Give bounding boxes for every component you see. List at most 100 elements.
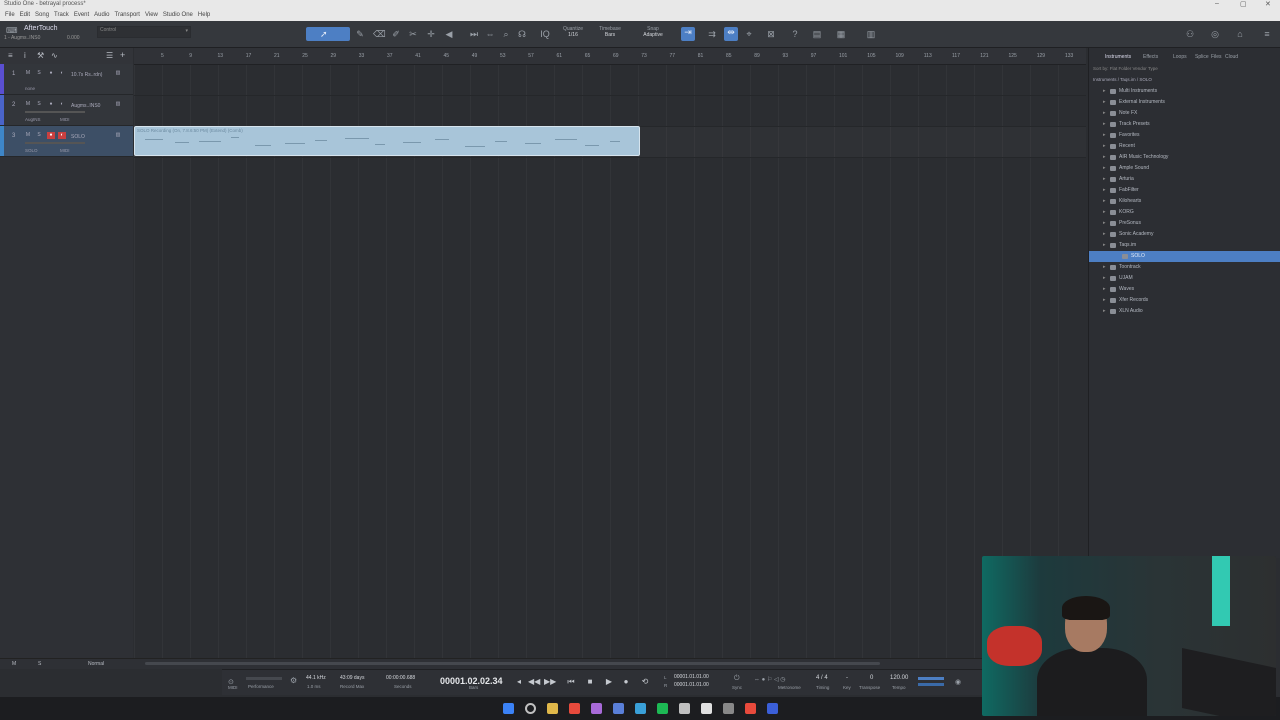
zoom-tool-icon[interactable]: ⌕ — [501, 29, 511, 39]
expand-arrow-icon[interactable]: ▸ — [1103, 165, 1106, 171]
split-tool-icon[interactable]: ✂ — [408, 29, 418, 39]
rewind-icon[interactable]: ◀◀ — [528, 677, 540, 686]
telegram-icon[interactable] — [635, 703, 646, 714]
tab-loops[interactable]: Loops — [1173, 54, 1187, 60]
browser-item[interactable]: ▸ Note FX — [1089, 108, 1280, 119]
track-list-icon[interactable]: ☰ — [106, 51, 113, 60]
browser-item[interactable]: ▸ Toontrack — [1089, 262, 1280, 273]
arrow-tool-group[interactable]: ➚ — [306, 27, 350, 41]
play-icon[interactable]: ▶ — [604, 677, 614, 686]
mode-select[interactable]: Normal — [88, 661, 104, 667]
automation-icon[interactable]: ∿ — [51, 51, 58, 60]
expand-arrow-icon[interactable]: ▸ — [1103, 286, 1106, 292]
track-name[interactable]: SOLO — [71, 134, 85, 140]
chrome-icon[interactable] — [569, 703, 580, 714]
browser-item[interactable]: ▸ Arturia — [1089, 174, 1280, 185]
midi-note[interactable] — [231, 137, 239, 138]
loop-icon[interactable]: ⟲ — [640, 677, 650, 686]
expand-arrow-icon[interactable]: ▸ — [1103, 154, 1106, 160]
mute-button[interactable]: M — [24, 132, 32, 139]
browser-item[interactable]: ▸ Sonic Academy — [1089, 229, 1280, 240]
browser-item[interactable]: ▸ Track Presets — [1089, 119, 1280, 130]
seconds-display[interactable]: 00:00:00.688 — [386, 675, 415, 681]
follow-edit-icon[interactable]: ⇹ — [724, 27, 738, 41]
solo-button[interactable]: S — [35, 101, 43, 108]
tab-files[interactable]: Files — [1211, 54, 1222, 60]
expand-arrow-icon[interactable]: ▸ — [1103, 242, 1106, 248]
browser-item[interactable]: ▸ Xfer Records — [1089, 295, 1280, 306]
record-button[interactable]: ● — [47, 70, 55, 77]
menu-view[interactable]: View — [145, 12, 158, 18]
search-icon[interactable] — [525, 703, 536, 714]
track-output[interactable]: MIDI — [60, 148, 70, 153]
mute-button[interactable]: M — [24, 101, 32, 108]
midi-note[interactable] — [145, 139, 163, 140]
midi-note[interactable] — [345, 138, 369, 139]
app-icon-3[interactable] — [679, 703, 690, 714]
help-icon[interactable]: ? — [790, 29, 800, 39]
view-options-icon[interactable]: ▥ — [866, 29, 876, 39]
menu-help[interactable]: Help — [198, 12, 210, 18]
browser-item[interactable]: SOLO — [1089, 251, 1280, 262]
volume-icon[interactable]: ◉ — [955, 678, 961, 686]
editor-icon[interactable]: ▤ — [812, 29, 822, 39]
monitor-button[interactable]: ◐ — [58, 101, 66, 108]
windows-start-icon[interactable] — [503, 703, 514, 714]
expand-arrow-icon[interactable]: ▸ — [1103, 231, 1106, 237]
record-button[interactable]: ● — [47, 101, 55, 108]
studio-one-icon[interactable] — [767, 703, 778, 714]
menu-transport[interactable]: Transport — [115, 12, 140, 18]
quantize-control[interactable]: Quantize 1/16 — [557, 26, 589, 38]
loop-start[interactable]: 00001.01.01.00 — [674, 674, 709, 680]
bend-tool-icon[interactable]: ✛ — [426, 29, 436, 39]
browser-item[interactable]: ▸ Multi Instruments — [1089, 86, 1280, 97]
midi-note[interactable] — [465, 146, 485, 147]
midi-note[interactable] — [255, 145, 271, 146]
key-value[interactable]: - — [846, 675, 848, 681]
file-explorer-icon[interactable] — [547, 703, 558, 714]
browser-item[interactable]: ▸ Taqs.im — [1089, 240, 1280, 251]
footer-m-icon[interactable]: M — [12, 661, 16, 667]
solo-button[interactable]: S — [35, 132, 43, 139]
midi-note[interactable] — [610, 141, 620, 142]
loop-end[interactable]: 00001.01.01.00 — [674, 682, 709, 688]
maximize-icon[interactable]: ▢ — [1240, 0, 1247, 8]
browser-sort-bar[interactable]: Sort by: Flat Folder Vendor Type — [1093, 66, 1158, 71]
mute-tool-icon[interactable]: ◀ — [444, 29, 454, 39]
menu-audio[interactable]: Audio — [94, 12, 109, 18]
horizontal-scrollbar[interactable] — [145, 662, 880, 665]
fast-forward-icon[interactable]: ▶▶ — [544, 677, 556, 686]
metronome-icons[interactable]: ⇔ ● ⚐ ◁ ◷ — [754, 676, 786, 683]
browser-item[interactable]: ▸ UJAM — [1089, 273, 1280, 284]
chrome-icon-2[interactable] — [745, 703, 756, 714]
midi-note[interactable] — [403, 142, 421, 143]
browser-item[interactable]: ▸ AIR Music Technology — [1089, 152, 1280, 163]
track-name[interactable]: 10.7s Rs..rdn) — [71, 72, 102, 78]
app-icon[interactable] — [591, 703, 602, 714]
control-dropdown[interactable]: Control ▾ — [97, 26, 191, 38]
midi-note[interactable] — [315, 140, 327, 141]
track-output[interactable]: MIDI — [60, 117, 70, 122]
midi-note[interactable] — [585, 145, 599, 146]
midi-clip[interactable]: SOLO Recording (On, 7.8.6:50 PM) (Extend… — [134, 126, 640, 156]
layout-icon[interactable]: ▦ — [836, 29, 846, 39]
midi-note[interactable] — [495, 141, 507, 142]
browser-item[interactable]: ▸ Ample Sound — [1089, 163, 1280, 174]
track-name[interactable]: Augms..INS0 — [71, 103, 100, 109]
browser-item[interactable]: ▸ KORG — [1089, 207, 1280, 218]
midi-note[interactable] — [199, 141, 221, 142]
user-icon[interactable]: ⚇ — [1185, 29, 1195, 39]
expand-arrow-icon[interactable]: ▸ — [1103, 275, 1106, 281]
expand-arrow-icon[interactable]: ▸ — [1103, 187, 1106, 193]
app-icon-2[interactable] — [613, 703, 624, 714]
snap-control[interactable]: Snap Adaptive — [637, 26, 669, 38]
midi-note[interactable] — [375, 144, 385, 145]
minimize-icon[interactable]: – — [1215, 0, 1219, 7]
expand-arrow-icon[interactable]: ▸ — [1103, 143, 1106, 149]
solo-button[interactable]: S — [35, 70, 43, 77]
track-menu-icon[interactable]: ≡ — [8, 51, 13, 60]
expand-arrow-icon[interactable]: ▸ — [1103, 88, 1106, 94]
monitor-button[interactable]: ◐ — [58, 132, 66, 139]
browser-breadcrumb[interactable]: Instruments / Taqs.im / SOLO — [1093, 77, 1277, 82]
return-to-zero-icon[interactable]: ◂ — [514, 677, 524, 686]
